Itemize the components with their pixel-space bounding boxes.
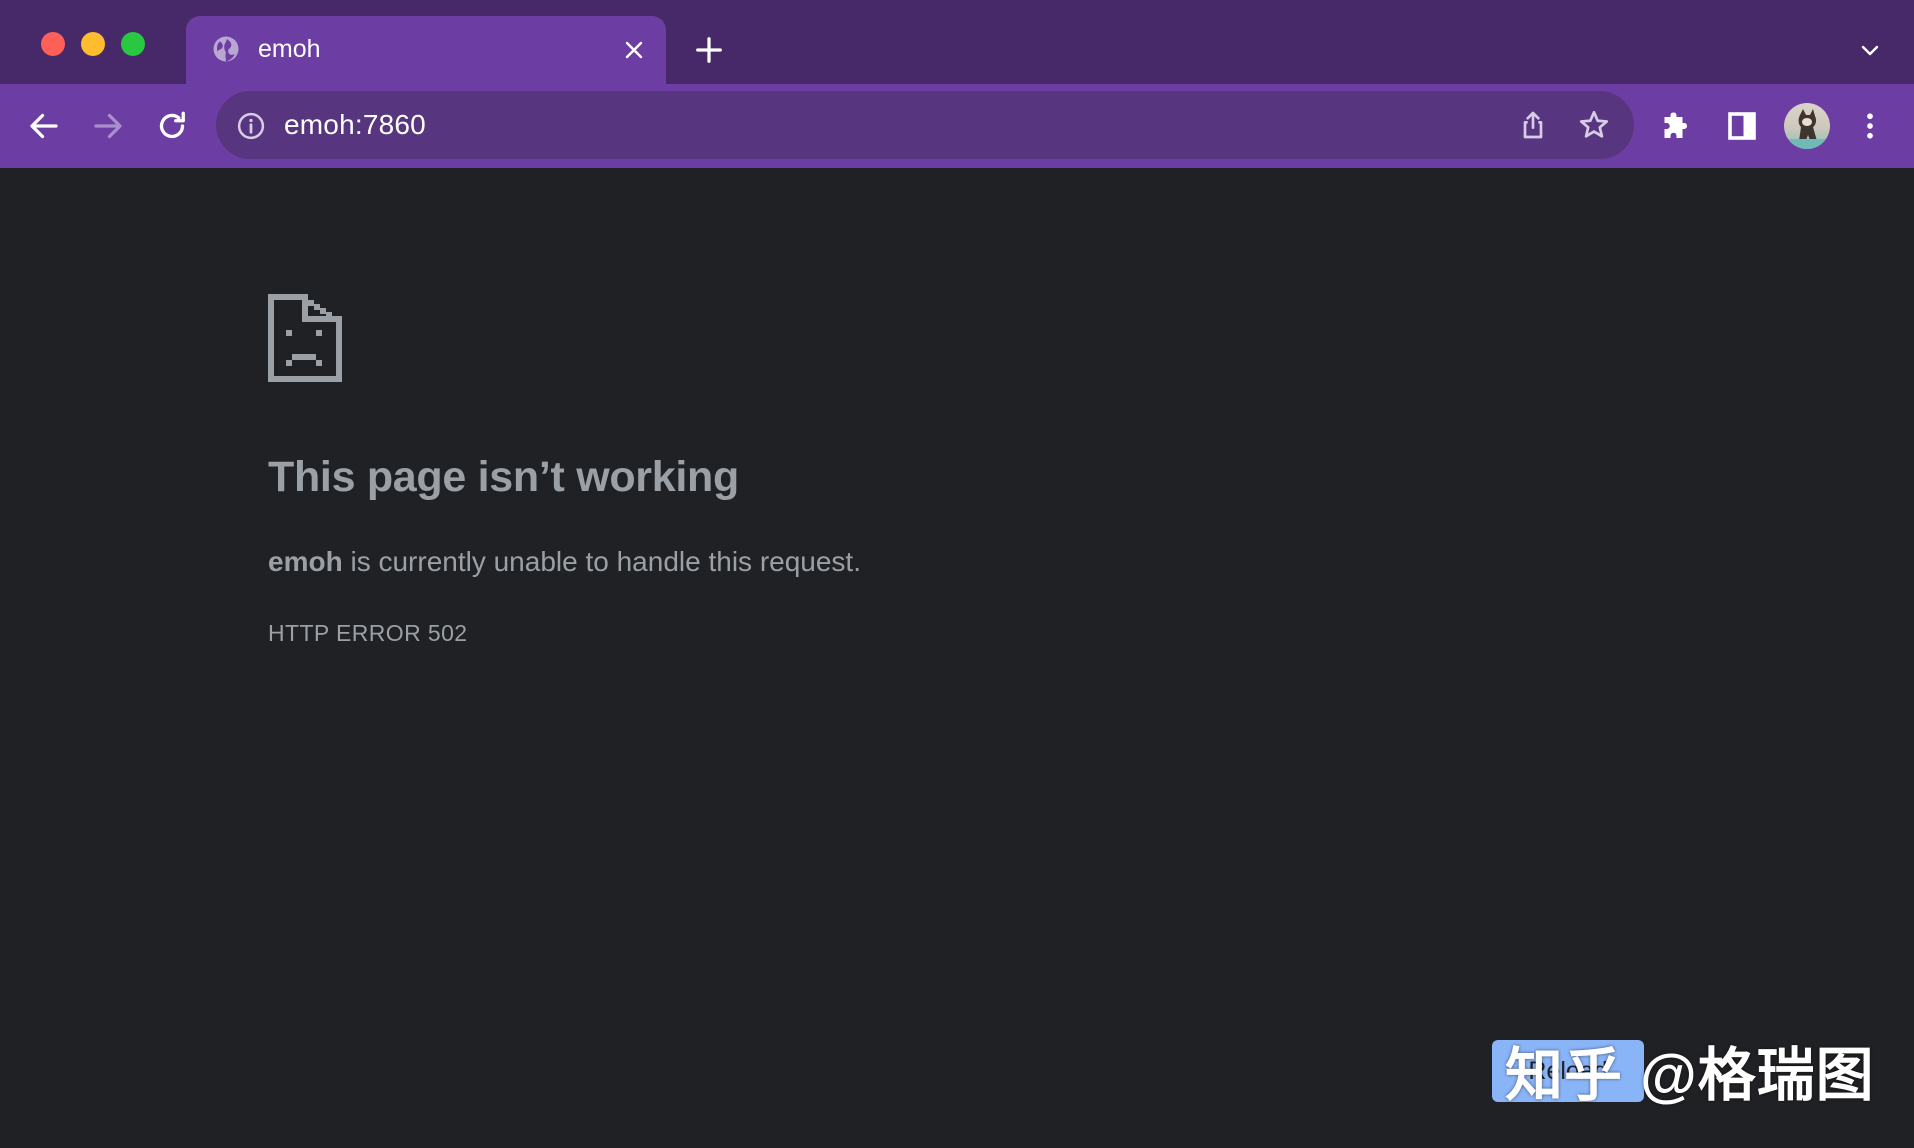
globe-icon [213,36,239,62]
error-host: emoh [268,546,343,577]
url-text: emoh:7860 [284,109,426,140]
error-description: emoh is currently unable to handle this … [268,546,861,578]
error-message: is currently unable to handle this reque… [342,546,861,577]
window-minimize-button[interactable] [81,32,105,56]
reload-icon[interactable] [154,108,190,144]
profile-cat-icon [1784,109,1830,149]
tab-strip: emoh [0,0,1914,84]
close-icon[interactable] [622,38,646,62]
side-panel-icon[interactable] [1724,108,1760,144]
forward-arrow-icon[interactable] [90,108,126,144]
watermark: 知乎 @格瑞图 [1505,1043,1875,1108]
window-close-button[interactable] [41,32,65,56]
sad-document-icon [268,294,342,382]
share-icon[interactable] [1517,109,1549,141]
kebab-menu-icon[interactable] [1852,108,1888,144]
address-bar[interactable]: emoh:7860 [216,91,1634,159]
back-arrow-icon[interactable] [26,108,62,144]
chevron-down-icon[interactable] [1857,39,1883,63]
avatar[interactable] [1784,103,1830,149]
window-maximize-button[interactable] [121,32,145,56]
error-title: This page isn’t working [268,453,739,501]
tab-emoh[interactable]: emoh [186,16,666,84]
page-content: This page isn’t working emoh is currentl… [0,168,1914,1148]
star-icon[interactable] [1577,108,1611,142]
browser-toolbar: emoh:7860 [0,84,1914,168]
info-icon[interactable] [236,111,266,141]
error-code: HTTP ERROR 502 [268,620,468,646]
browser-window: emoh emoh:7860 This page isn’t working e… [0,0,1914,1148]
new-tab-plus-icon[interactable] [694,35,724,65]
puzzle-icon[interactable] [1660,108,1696,144]
tab-title: emoh [258,35,321,63]
